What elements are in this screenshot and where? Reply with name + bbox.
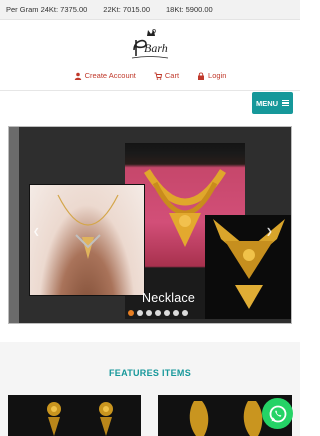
- slider-dot[interactable]: [182, 310, 188, 316]
- chevron-left-icon[interactable]: ❮: [33, 227, 40, 236]
- user-icon: [74, 72, 81, 80]
- rate-24kt: Per Gram 24Kt: 7375.00: [6, 5, 88, 14]
- slide-caption: Necklace: [142, 291, 196, 305]
- whatsapp-icon: [269, 405, 286, 422]
- login-label: Login: [208, 71, 227, 80]
- hamburger-icon: [282, 100, 290, 106]
- create-account-label: Create Account: [84, 71, 136, 80]
- slider-dot[interactable]: [137, 310, 143, 316]
- slider-dot[interactable]: [155, 310, 161, 316]
- menu-button[interactable]: MENU: [252, 92, 293, 114]
- account-links: Create Account Cart Login: [0, 71, 300, 80]
- hero-slider[interactable]: ❮ ❯ Necklace: [8, 126, 292, 324]
- brand-logo[interactable]: Barh: [124, 28, 176, 62]
- create-account-link[interactable]: Create Account: [74, 71, 136, 80]
- product-card[interactable]: [8, 395, 141, 436]
- menu-label: MENU: [255, 98, 279, 108]
- cart-label: Cart: [164, 71, 180, 80]
- slider-dot[interactable]: [173, 310, 179, 316]
- chevron-right-icon[interactable]: ❯: [266, 227, 273, 236]
- necklace-photo-gold-pendant: [205, 215, 291, 319]
- cart-link[interactable]: Cart: [154, 71, 179, 80]
- logo-text: Barh: [144, 41, 168, 55]
- header-divider: [0, 90, 300, 91]
- slider-dot[interactable]: [146, 310, 152, 316]
- previous-slide-peek: [9, 127, 19, 323]
- whatsapp-chat-button[interactable]: [262, 398, 293, 429]
- lock-icon: [198, 72, 205, 80]
- gold-rates-bar: Per Gram 24Kt: 7375.00 22Kt: 7015.00 18K…: [0, 0, 300, 20]
- slider-dot[interactable]: [128, 310, 134, 316]
- rate-18kt: 18Kt: 5900.00: [166, 5, 213, 14]
- cart-icon: [154, 72, 162, 80]
- crown-icon: [147, 30, 155, 36]
- slider-dot[interactable]: [164, 310, 170, 316]
- login-link[interactable]: Login: [197, 71, 226, 80]
- features-title: FEATURES ITEMS: [108, 368, 192, 378]
- slider-pagination: [128, 310, 188, 316]
- necklace-photo-model: [29, 184, 145, 296]
- rate-22kt: 22Kt: 7015.00: [103, 5, 151, 14]
